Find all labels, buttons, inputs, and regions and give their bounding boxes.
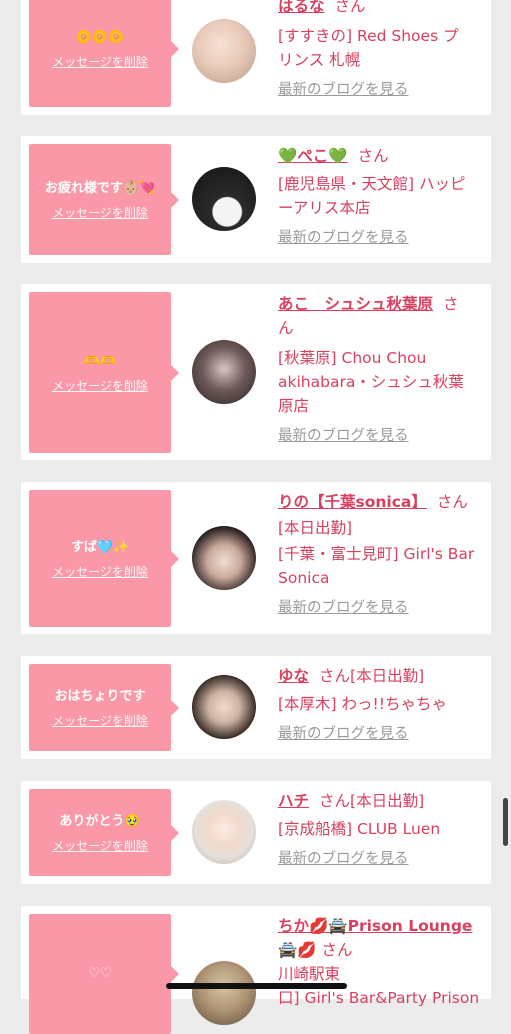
shop-info: akihabara・シュシュ秋葉: [278, 373, 464, 391]
shop-info: [本厚木] わっ!!ちゃちゃ: [278, 695, 447, 713]
avatar[interactable]: [192, 167, 256, 231]
message-list: 🌼🌼🌼 メッセージを削除 はるな さん [すすきの] Red Shoes プ リン…: [0, 0, 511, 1034]
message-bubble: すば🩵✨ メッセージを削除: [29, 490, 179, 627]
shop-info: [すすきの] Red Shoes プ: [278, 27, 459, 45]
avatar[interactable]: [192, 19, 256, 83]
delete-message-link[interactable]: メッセージを削除: [52, 563, 148, 581]
avatar[interactable]: [192, 675, 256, 739]
message-text: 🌼🌼🌼: [75, 29, 125, 45]
latest-blog-link[interactable]: 最新のブログを見る: [278, 724, 486, 744]
shop-info: 原店: [278, 397, 310, 415]
latest-blog-link[interactable]: 最新のブログを見る: [278, 849, 486, 869]
latest-blog-link[interactable]: 最新のブログを見る: [278, 80, 486, 100]
delete-message-link[interactable]: メッセージを削除: [52, 204, 148, 222]
message-bubble: おはちょりです メッセージを削除: [29, 664, 179, 751]
message-text: ありがとう🥹: [59, 813, 141, 829]
message-text: ♡♡: [88, 966, 112, 981]
shop-info: ん: [278, 319, 294, 337]
shop-info: Sonica: [278, 569, 330, 587]
message-bubble: ♡♡: [29, 914, 179, 1034]
avatar[interactable]: [192, 961, 256, 1025]
honorific: さん: [357, 147, 389, 165]
list-item: 🌼🌼🌼 メッセージを削除 はるな さん [すすきの] Red Shoes プ リン…: [21, 0, 491, 115]
delete-message-link[interactable]: メッセージを削除: [52, 377, 148, 395]
list-item: すば🩵✨ メッセージを削除 りの【千葉sonica】 さん [本日出勤] [千葉・…: [21, 482, 491, 634]
honorific: さん: [319, 667, 351, 685]
honorific: さん: [334, 0, 366, 15]
shop-info: [鹿児島県・天文館] ハッピ: [278, 175, 466, 193]
avatar[interactable]: [192, 340, 256, 404]
message-text: おはちょりです: [54, 688, 146, 704]
list-item: ありがとう🥹 メッセージを削除 ハチ さん[本日出勤] [京成船橋] CLUB L…: [21, 781, 491, 884]
shop-info: 🚔💋 さん: [278, 941, 353, 959]
user-name-link[interactable]: りの【千葉sonica】: [278, 493, 427, 511]
avatar[interactable]: [192, 526, 256, 590]
shop-info: [本日出勤]: [278, 519, 353, 537]
shop-info: [京成船橋] CLUB Luen: [278, 820, 441, 838]
message-bubble: ありがとう🥹 メッセージを削除: [29, 789, 179, 876]
shop-info: リンス 札幌: [278, 51, 361, 69]
shift-status: [本日出勤]: [350, 792, 425, 810]
shop-info: ーアリス本店: [278, 199, 371, 217]
list-item: おはちょりです メッセージを削除 ゆな さん[本日出勤] [本厚木] わっ!!ちゃ…: [21, 656, 491, 759]
user-name-link[interactable]: ゆな: [278, 667, 309, 685]
message-text: お疲れ様です👶🏼💘: [44, 180, 156, 196]
list-item: 🫶🫶 メッセージを削除 あこ シュシュ秋葉原さ ん [秋葉原] Chou Cho…: [21, 284, 491, 460]
shop-info: [千葉・富士見町] Girl's Bar: [278, 545, 475, 563]
shop-info: [秋葉原] Chou Chou: [278, 349, 427, 367]
message-bubble: 🫶🫶 メッセージを削除: [29, 292, 179, 453]
latest-blog-link[interactable]: 最新のブログを見る: [278, 228, 486, 248]
message-text: すば🩵✨: [70, 539, 130, 555]
delete-message-link[interactable]: メッセージを削除: [52, 837, 148, 855]
honorific: さん: [319, 792, 351, 810]
avatar[interactable]: [192, 800, 256, 864]
user-name-link[interactable]: ちか💋🚔Prison Lounge: [278, 917, 472, 935]
user-name-link[interactable]: はるな: [278, 0, 325, 15]
latest-blog-link[interactable]: 最新のブログを見る: [278, 598, 486, 618]
message-bubble: お疲れ様です👶🏼💘 メッセージを削除: [29, 144, 179, 255]
home-indicator[interactable]: [166, 983, 347, 989]
shop-info: 口] Girl's Bar&Party Prison: [278, 989, 480, 1007]
list-item: お疲れ様です👶🏼💘 メッセージを削除 💚ぺこ💚 さん [鹿児島県・天文館] ハッピ…: [21, 136, 491, 263]
honorific: さん: [436, 493, 468, 511]
user-name-link[interactable]: あこ シュシュ秋葉原: [278, 295, 433, 313]
message-text: 🫶🫶: [83, 353, 117, 369]
delete-message-link[interactable]: メッセージを削除: [52, 712, 148, 730]
latest-blog-link[interactable]: 最新のブログを見る: [278, 426, 486, 446]
message-bubble: 🌼🌼🌼 メッセージを削除: [29, 0, 179, 107]
shift-status: [本日出勤]: [350, 667, 425, 685]
honorific: さ: [443, 295, 459, 313]
scrollbar[interactable]: [503, 798, 508, 846]
user-name-link[interactable]: 💚ぺこ💚: [278, 147, 348, 165]
delete-message-link[interactable]: メッセージを削除: [52, 53, 148, 71]
user-name-link[interactable]: ハチ: [278, 792, 309, 810]
